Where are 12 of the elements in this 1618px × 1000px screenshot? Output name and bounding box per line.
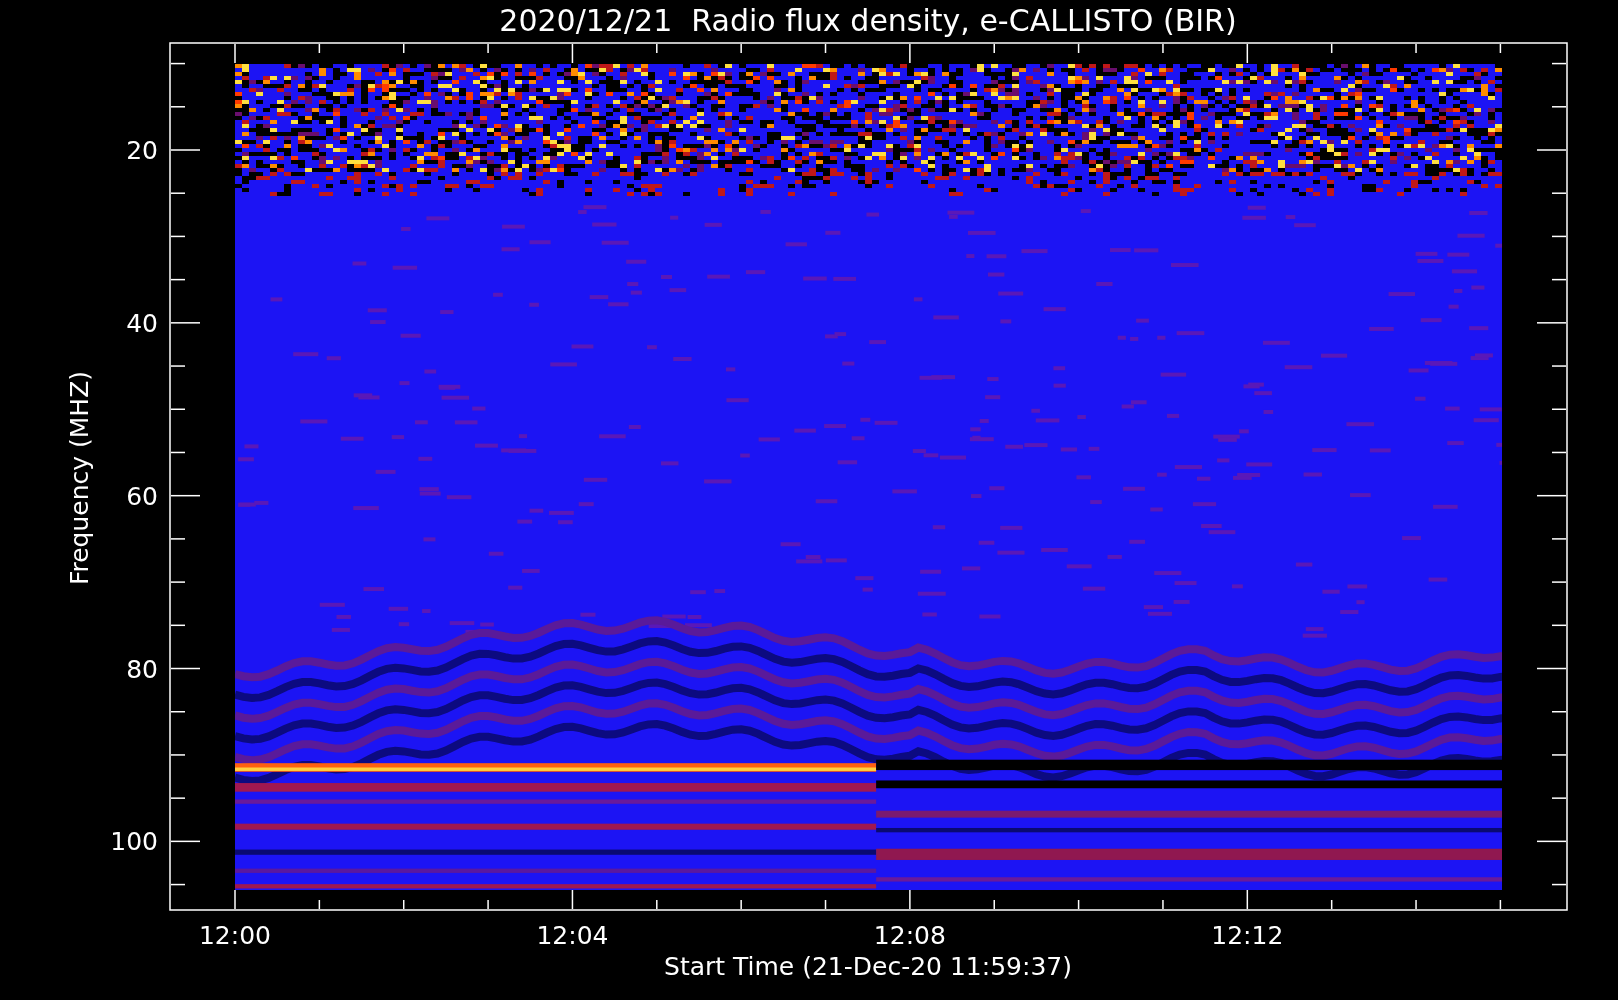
chart-title: 2020/12/21 Radio flux density, e-CALLISTO (BIR) bbox=[499, 3, 1237, 38]
tick-label: 60 bbox=[126, 481, 158, 511]
tick-label: 12:12 bbox=[1211, 921, 1284, 950]
tick-label: 100 bbox=[110, 827, 158, 857]
axis-label: Start Time (21-Dec-20 11:59:37) bbox=[664, 952, 1072, 981]
tick-label: 12:00 bbox=[199, 921, 271, 950]
axis-label: Frequency (MHZ) bbox=[65, 370, 94, 586]
tick-label: 12:04 bbox=[536, 921, 609, 950]
tick-label: 80 bbox=[126, 654, 158, 684]
tick-label: 20 bbox=[126, 136, 158, 165]
tick-label: 12:08 bbox=[873, 921, 946, 950]
tick-label: 40 bbox=[126, 308, 158, 338]
